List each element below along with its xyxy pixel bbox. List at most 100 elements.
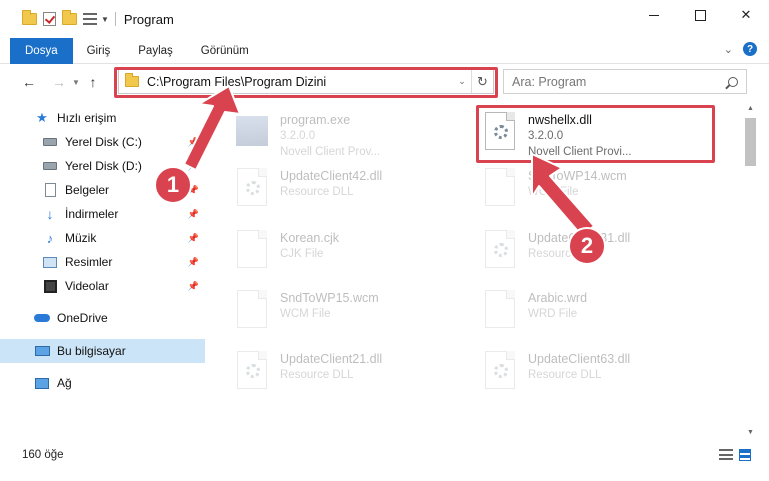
file-name: UpdateClient42.dll — [280, 169, 383, 183]
sidebar-item-label: Bu bilgisayar — [57, 344, 126, 358]
title-bar: ▼ Program ✕ — [0, 0, 769, 38]
file-item[interactable]: Korean.cjk CJK File — [232, 222, 477, 282]
window-controls: ✕ — [631, 0, 769, 30]
sidebar-item-label: Resimler — [65, 255, 113, 269]
pin-icon[interactable]: 📌 — [188, 209, 199, 220]
file-type: Resource DLL — [280, 369, 354, 381]
pin-icon[interactable]: 📌 — [188, 281, 199, 292]
dll-icon — [480, 230, 520, 276]
up-arrow-icon[interactable]: ↑ — [82, 74, 104, 90]
network-icon — [34, 375, 50, 391]
step-1-badge: 1 — [154, 166, 192, 204]
file-name: UpdateClient21.dll — [280, 352, 383, 366]
sidebar-item-onedrive[interactable]: OneDrive — [0, 306, 205, 330]
pin-icon[interactable]: 📌 — [188, 161, 199, 172]
sidebar-item-videos[interactable]: Videolar 📌 — [0, 274, 205, 298]
file-item-program-exe[interactable]: program.exe 3.2.0.0 Novell Client Prov..… — [232, 104, 477, 164]
onedrive-icon — [34, 310, 50, 326]
sidebar-item-quick-access[interactable]: ★ Hızlı erişim — [0, 106, 205, 130]
minimize-button[interactable] — [631, 0, 677, 30]
help-icon[interactable]: ? — [743, 42, 757, 56]
sidebar-item-label: OneDrive — [57, 311, 108, 325]
tab-home[interactable]: Giriş — [73, 38, 125, 64]
quick-access-toolbar: ▼ — [0, 10, 109, 26]
file-name: SndToWP14.wcm — [528, 169, 627, 183]
file-item[interactable]: UpdateClient63.dll Resource DLL — [480, 343, 725, 403]
file-type: CJK File — [280, 248, 324, 260]
file-item[interactable]: Arabic.wrd WRD File — [480, 282, 725, 342]
sidebar-item-label: Belgeler — [65, 183, 110, 197]
new-folder-icon[interactable] — [62, 10, 77, 25]
file-description: Novell Client Prov... — [280, 146, 381, 158]
sidebar-item-label: Müzik — [65, 231, 97, 245]
chevron-down-icon[interactable]: ▼ — [101, 15, 109, 24]
sidebar-item-pictures[interactable]: Resimler 📌 — [0, 250, 205, 274]
sidebar-item-label: Yerel Disk (D:) — [65, 159, 142, 173]
scroll-down-icon[interactable]: ▼ — [742, 424, 759, 440]
tab-share[interactable]: Paylaş — [124, 38, 187, 64]
sidebar-item-network[interactable]: Ağ — [0, 371, 205, 395]
file-type: Resource DLL — [528, 369, 602, 381]
sidebar-item-label: Yerel Disk (C:) — [65, 135, 142, 149]
pin-icon[interactable]: 📌 — [188, 257, 199, 268]
search-input[interactable]: Ara: Program — [503, 69, 747, 94]
vertical-scrollbar[interactable]: ▲ ▼ — [742, 100, 759, 440]
file-icon — [232, 230, 272, 276]
sidebar-item-label: İndirmeler — [65, 207, 119, 221]
file-item[interactable]: SndToWP15.wcm WCM File — [232, 282, 477, 342]
scroll-thumb[interactable] — [745, 118, 756, 166]
drive-icon — [42, 158, 58, 174]
sidebar-item-drive-c[interactable]: Yerel Disk (C:) 📌 — [0, 130, 205, 154]
file-icon — [232, 290, 272, 336]
pin-icon[interactable]: 📌 — [188, 233, 199, 244]
computer-icon — [34, 343, 50, 359]
file-type: Resource DLL — [280, 186, 354, 198]
exe-icon — [232, 112, 272, 158]
maximize-button[interactable] — [677, 0, 723, 30]
customize-toolbar-icon[interactable] — [83, 13, 97, 25]
file-name: SndToWP15.wcm — [280, 291, 379, 305]
status-bar: 160 öğe — [0, 440, 769, 470]
tab-view[interactable]: Görünüm — [187, 38, 263, 64]
scroll-up-icon[interactable]: ▲ — [742, 100, 759, 116]
pin-icon[interactable]: 📌 — [188, 137, 199, 148]
file-name: Korean.cjk — [280, 231, 340, 245]
navigation-pane: ★ Hızlı erişim Yerel Disk (C:) 📌 Yerel D… — [0, 100, 205, 440]
dll-icon — [232, 351, 272, 397]
sidebar-item-music[interactable]: ♪ Müzik 📌 — [0, 226, 205, 250]
address-highlight-box — [114, 67, 498, 98]
file-item[interactable]: UpdateClient42.dll Resource DLL — [232, 160, 477, 220]
folder-icon[interactable] — [22, 10, 37, 25]
downloads-icon: ↓ — [46, 206, 54, 222]
file-name: UpdateClient63.dll — [528, 352, 631, 366]
forward-arrow-icon[interactable]: → — [48, 74, 70, 90]
ribbon-tabs: Dosya Giriş Paylaş Görünüm ⌄ ? — [0, 37, 769, 64]
sidebar-item-label: Hızlı erişim — [57, 111, 117, 125]
back-arrow-icon[interactable]: ← — [18, 74, 40, 90]
file-type: WCM File — [280, 308, 331, 320]
details-view-icon[interactable] — [719, 449, 733, 460]
sidebar-item-downloads[interactable]: ↓ İndirmeler 📌 — [0, 202, 205, 226]
search-placeholder: Ara: Program — [512, 74, 587, 89]
sidebar-item-this-pc[interactable]: Bu bilgisayar — [0, 339, 205, 363]
videos-icon — [42, 278, 58, 294]
sidebar-item-label: Videolar — [65, 279, 109, 293]
file-icon — [480, 168, 520, 214]
tiles-view-icon[interactable] — [739, 449, 751, 461]
recent-locations-icon[interactable]: ▼ — [70, 78, 82, 87]
search-icon[interactable] — [728, 76, 738, 87]
file-type: WRD File — [528, 308, 578, 320]
expand-ribbon-icon[interactable]: ⌄ — [724, 43, 733, 56]
close-button[interactable]: ✕ — [723, 0, 769, 30]
pictures-icon — [42, 254, 58, 270]
tab-file[interactable]: Dosya — [10, 37, 73, 64]
dll-icon — [480, 351, 520, 397]
sidebar-item-label: Ağ — [57, 376, 72, 390]
properties-check-icon[interactable] — [43, 12, 56, 26]
item-count: 160 öğe — [22, 449, 64, 461]
file-highlight-box — [476, 105, 715, 163]
file-item[interactable]: UpdateClient21.dll Resource DLL — [232, 343, 477, 403]
file-name: Arabic.wrd — [528, 291, 588, 305]
file-item[interactable]: SndToWP14.wcm WCM File — [480, 160, 725, 220]
file-type: WCM File — [528, 186, 579, 198]
